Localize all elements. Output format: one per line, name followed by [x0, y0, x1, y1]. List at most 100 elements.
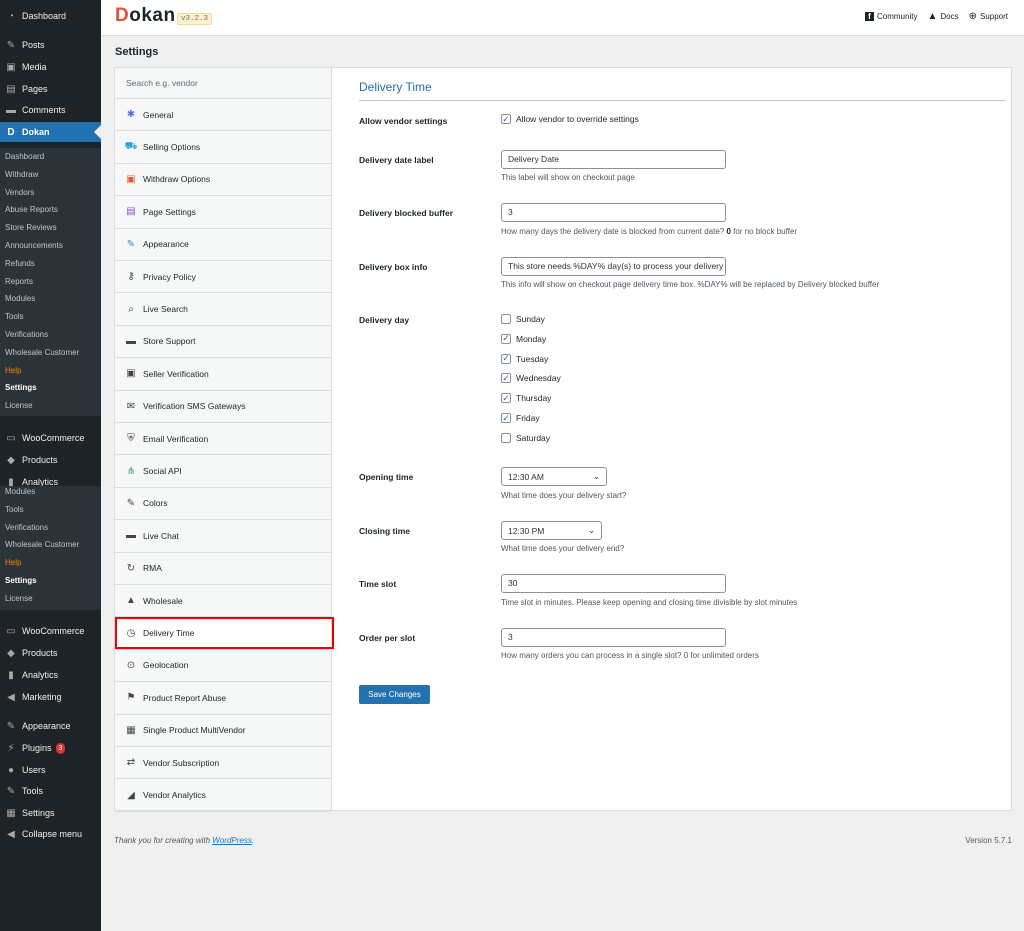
menu-item-analytics[interactable]: ▮ Analytics [0, 665, 101, 685]
submenu-item-verifications[interactable]: Verifications [0, 326, 101, 343]
settings-nav-geolocation[interactable]: ⊙ Geolocation [115, 650, 331, 683]
menu-item-appearance[interactable]: ✎ Appearance [0, 716, 101, 736]
menu-item-collapse-menu[interactable]: ◀ Collapse menu [0, 824, 101, 844]
community-link[interactable]: f Community [864, 11, 917, 22]
menu-item-products[interactable]: ◆ Products [0, 450, 101, 470]
chevron-down-icon: ⌄ [587, 525, 595, 535]
day-checkbox-sunday[interactable]: Sunday [501, 314, 545, 324]
settings-nav-live-search[interactable]: ⌕ Live Search [115, 293, 331, 326]
settings-nav-label: Seller Verification [143, 368, 209, 379]
settings-nav-live-chat[interactable]: ▬ Live Chat [115, 520, 331, 553]
delivery-date-label-input[interactable]: Delivery Date [501, 150, 726, 169]
menu-item-users[interactable]: ● Users [0, 760, 101, 780]
settings-nav-wholesale[interactable]: ▲ Wholesale [115, 585, 331, 618]
settings-nav: Search e.g. vendor ✱ General ⛟ Selling Opti… [115, 68, 332, 812]
menu-item-tools[interactable]: ✎ Tools [0, 781, 101, 801]
dokan-logo[interactable]: Dokan [115, 5, 176, 27]
save-changes-button[interactable]: Save Changes [359, 685, 430, 704]
menu-item-woocommerce[interactable]: ▭ WooCommerce [0, 428, 101, 448]
box-info-input[interactable]: This store needs %DAY% day(s) to process… [501, 257, 726, 276]
settings-nav-colors[interactable]: ✎ Colors [115, 488, 331, 521]
submenu-item-refunds[interactable]: Refunds [0, 255, 101, 272]
products-icon: ◆ [7, 647, 15, 659]
submenu-item-wholesale-customer[interactable]: Wholesale Customer [0, 536, 101, 553]
submenu-item-announcements[interactable]: Announcements [0, 237, 101, 254]
settings-nav-page-settings[interactable]: ▤ Page Settings [115, 196, 331, 229]
support-link[interactable]: ⊕ Support [969, 11, 1008, 22]
allow-vendor-checkbox[interactable]: ✓ Allow vendor to override settings [501, 114, 639, 124]
settings-nav-product-report-abuse[interactable]: ⚑ Product Report Abuse [115, 682, 331, 715]
submenu-item-vendors[interactable]: Vendors [0, 184, 101, 201]
menu-item-marketing[interactable]: ◀ Marketing [0, 687, 101, 707]
opening-time-desc: What time does your delivery start? [501, 491, 627, 500]
settings-nav-store-support[interactable]: ▬ Store Support [115, 326, 331, 359]
settings-nav-vendor-analytics[interactable]: ◢ Vendor Analytics [115, 779, 331, 812]
chevron-down-icon: ⌄ [592, 471, 600, 481]
order-per-slot-input[interactable]: 3 [501, 628, 726, 647]
settings-nav-general[interactable]: ✱ General [115, 99, 331, 132]
submenu-item-verifications[interactable]: Verifications [0, 519, 101, 536]
day-checkbox-monday[interactable]: ✓ Monday [501, 333, 547, 344]
settings-nav-privacy-policy[interactable]: ⚷ Privacy Policy [115, 261, 331, 294]
submenu-item-withdraw[interactable]: Withdraw [0, 166, 101, 183]
submenu-item-settings[interactable]: Settings [0, 379, 101, 396]
settings-nav-label: Single Product MultiVendor [143, 725, 246, 736]
submenu-item-store-reviews[interactable]: Store Reviews [0, 219, 101, 236]
menu-item-products[interactable]: ◆ Products [0, 643, 101, 663]
wordpress-link[interactable]: WordPress [212, 836, 252, 845]
submenu-item-license[interactable]: License [0, 397, 101, 414]
settings-nav-email-verification[interactable]: ⛨ Email Verification [115, 423, 331, 456]
submenu-item-modules[interactable]: Modules [0, 290, 101, 307]
settings-nav-single-product-multivendor[interactable]: ▦ Single Product MultiVendor [115, 715, 331, 747]
blocked-buffer-input[interactable]: 3 [501, 203, 726, 222]
day-checkbox-wednesday[interactable]: ✓ Wednesday [501, 373, 561, 384]
menu-item-dokan[interactable]: D Dokan [0, 122, 101, 142]
submenu-item-license[interactable]: License [0, 590, 101, 607]
settings-nav-seller-verification[interactable]: ▣ Seller Verification [115, 358, 331, 391]
closing-time-select[interactable]: 12:30 PM ⌄ [501, 521, 602, 540]
settings-nav-vendor-subscription[interactable]: ⇄ Vendor Subscription [115, 747, 331, 780]
day-checkbox-friday[interactable]: ✓ Friday [501, 413, 540, 423]
settings-nav-verification-sms-gateways[interactable]: ✉ Verification SMS Gateways [115, 391, 331, 423]
submenu-item-dashboard[interactable]: Dashboard [0, 148, 101, 165]
submenu-item-reports[interactable]: Reports [0, 273, 101, 290]
day-checkbox-thursday[interactable]: ✓ Thursday [501, 393, 551, 404]
cart-icon: ⛟ [124, 140, 138, 152]
media-icon: ▣ [6, 61, 16, 73]
menu-item-comments[interactable]: ▬ Comments [0, 100, 101, 120]
opening-time-select[interactable]: 12:30 AM ⌄ [501, 467, 607, 486]
menu-item-pages[interactable]: ▤ Pages [0, 79, 101, 99]
settings-search-input[interactable]: Search e.g. vendor [115, 68, 331, 99]
day-checkbox-tuesday[interactable]: ✓ Tuesday [501, 353, 548, 364]
clock-icon: ◷ [126, 627, 136, 639]
submenu-item-settings[interactable]: Settings [0, 572, 101, 589]
day-label: Monday [516, 333, 547, 344]
settings-nav-withdraw-options[interactable]: ▣ Withdraw Options [115, 164, 331, 197]
settings-nav-appearance[interactable]: ✎ Appearance [115, 229, 331, 261]
day-label: Wednesday [516, 373, 561, 384]
docs-link[interactable]: ▲ Docs [927, 11, 958, 22]
submenu-item-abuse-reports[interactable]: Abuse Reports [0, 201, 101, 218]
products-icon: ◆ [7, 454, 15, 466]
settings-nav-delivery-time[interactable]: ◷ Delivery Time [115, 617, 331, 650]
day-checkbox-saturday[interactable]: Saturday [501, 432, 550, 443]
menu-item-media[interactable]: ▣ Media [0, 57, 101, 77]
menu-item-woocommerce[interactable]: ▭ WooCommerce [0, 621, 101, 641]
menu-item-posts[interactable]: ✎ Posts [0, 35, 101, 55]
submenu-item-help[interactable]: Help [0, 362, 101, 379]
settings-nav-social-api[interactable]: ⋔ Social API [115, 455, 331, 488]
settings-nav-selling-options[interactable]: ⛟ Selling Options [115, 131, 331, 164]
submenu-item-modules[interactable]: Modules [0, 483, 101, 500]
menu-item-plugins[interactable]: ⚡ Plugins 3 [0, 738, 101, 758]
analytics-icon: ▮ [8, 669, 14, 681]
settings-nav-rma[interactable]: ↻ RMA [115, 553, 331, 585]
submenu-item-help[interactable]: Help [0, 554, 101, 571]
submenu-item-wholesale-customer[interactable]: Wholesale Customer [0, 344, 101, 361]
settings-nav-label: Colors [143, 498, 168, 509]
time-slot-input[interactable]: 30 [501, 574, 726, 593]
submenu-item-tools[interactable]: Tools [0, 501, 101, 518]
submenu-item-tools[interactable]: Tools [0, 308, 101, 325]
menu-item-settings[interactable]: ▦ Settings [0, 803, 101, 823]
menu-item-dashboard[interactable]: ◔ Dashboard [0, 6, 101, 26]
day-label: Friday [516, 413, 540, 423]
